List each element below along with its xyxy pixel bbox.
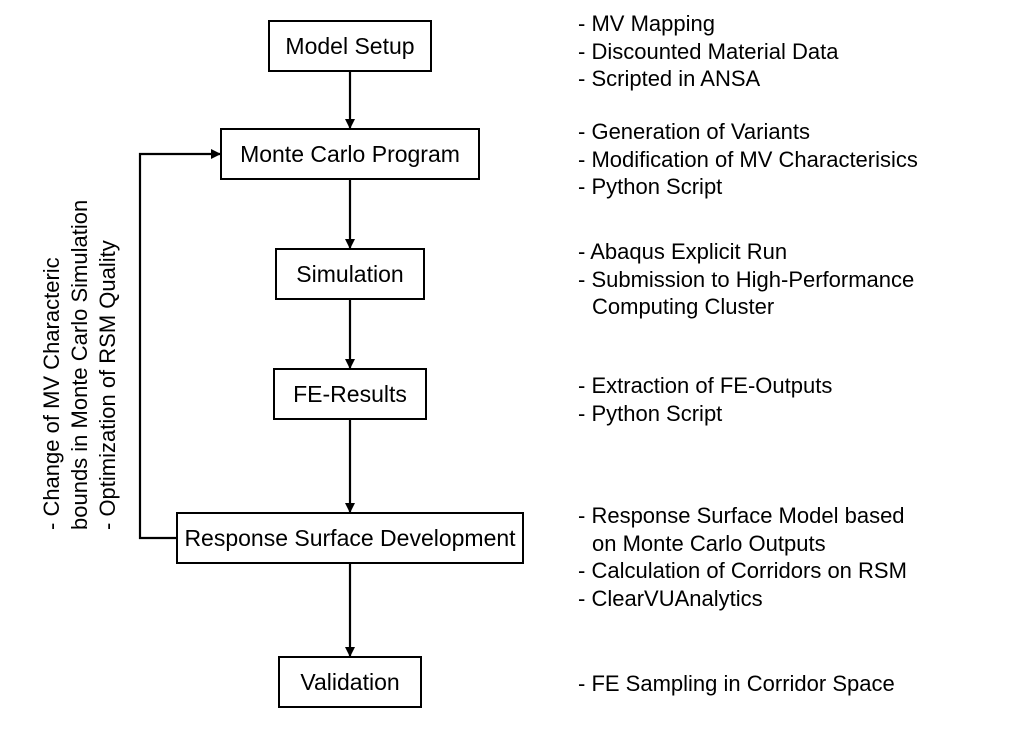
box-label: Validation — [300, 669, 399, 696]
box-validation: Validation — [278, 656, 422, 708]
bullets-simulation: Abaqus Explicit RunSubmission to High-Pe… — [578, 238, 914, 321]
box-label: FE-Results — [293, 381, 407, 408]
bullet-line: Extraction of FE-Outputs — [578, 372, 832, 400]
bullet-line: Modification of MV Characterisics — [578, 146, 918, 174]
bullets-rsm: Response Surface Model basedon Monte Car… — [578, 502, 907, 612]
bullet-line: FE Sampling in Corridor Space — [578, 670, 895, 698]
box-fe-results: FE-Results — [273, 368, 427, 420]
bullet-line: Python Script — [578, 400, 832, 428]
bullet-line: MV Mapping — [578, 10, 838, 38]
bullets-fe-results: Extraction of FE-OutputsPython Script — [578, 372, 832, 427]
bullet-line: Computing Cluster — [578, 293, 914, 321]
bullet-line: Abaqus Explicit Run — [578, 238, 914, 266]
box-label: Monte Carlo Program — [240, 141, 460, 168]
box-monte-carlo: Monte Carlo Program — [220, 128, 480, 180]
connectors — [0, 0, 1024, 756]
box-model-setup: Model Setup — [268, 20, 432, 72]
bullet-line: ClearVUAnalytics — [578, 585, 907, 613]
bullet-line: on Monte Carlo Outputs — [578, 530, 907, 558]
feedback-label-line3: - Optimization of RSM Quality — [94, 240, 122, 530]
flowchart: Model Setup Monte Carlo Program Simulati… — [0, 0, 1024, 756]
feedback-label-line2: bounds in Monte Carlo Simulation — [66, 200, 94, 530]
bullet-line: Python Script — [578, 173, 918, 201]
box-simulation: Simulation — [275, 248, 425, 300]
bullets-model-setup: MV MappingDiscounted Material DataScript… — [578, 10, 838, 93]
bullet-line: Calculation of Corridors on RSM — [578, 557, 907, 585]
box-label: Response Surface Development — [184, 525, 515, 552]
bullet-line: Discounted Material Data — [578, 38, 838, 66]
box-rsm: Response Surface Development — [176, 512, 524, 564]
bullet-line: Response Surface Model based — [578, 502, 907, 530]
bullet-line: Submission to High-Performance — [578, 266, 914, 294]
bullets-monte-carlo: Generation of VariantsModification of MV… — [578, 118, 918, 201]
box-label: Model Setup — [285, 33, 414, 60]
box-label: Simulation — [296, 261, 403, 288]
feedback-label-line1: - Change of MV Characteric — [38, 257, 66, 530]
bullet-line: Generation of Variants — [578, 118, 918, 146]
bullet-line: Scripted in ANSA — [578, 65, 838, 93]
bullets-validation: FE Sampling in Corridor Space — [578, 670, 895, 698]
